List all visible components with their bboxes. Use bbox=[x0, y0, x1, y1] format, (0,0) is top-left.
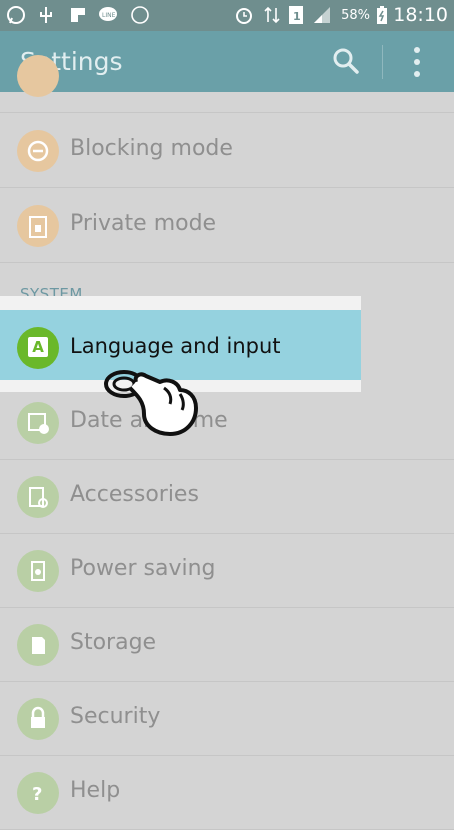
list-item-label: Power saving bbox=[70, 556, 216, 581]
whatsapp-icon bbox=[7, 6, 25, 24]
sim-icon: 1 bbox=[289, 6, 303, 24]
tap-gesture-hand-icon bbox=[104, 370, 198, 436]
usb-icon bbox=[40, 7, 52, 23]
viber-icon bbox=[131, 6, 149, 24]
private-mode-icon bbox=[17, 205, 59, 247]
accessories-icon bbox=[17, 476, 59, 518]
list-item-private-mode[interactable]: Private mode bbox=[0, 188, 454, 263]
svg-text:?: ? bbox=[32, 784, 42, 805]
list-item-label: Help bbox=[70, 778, 121, 803]
svg-text:LINE: LINE bbox=[102, 12, 116, 19]
signal-icon bbox=[314, 7, 330, 23]
list-item-date-and-time[interactable]: Date and time bbox=[0, 385, 454, 460]
line-icon: LINE bbox=[99, 7, 117, 21]
battery-percent: 58% bbox=[341, 8, 370, 23]
list-item-label: Language and input bbox=[70, 334, 281, 358]
list-item-security[interactable]: Security bbox=[0, 681, 454, 756]
language-icon: A bbox=[17, 327, 59, 369]
list-item-label: Storage bbox=[70, 630, 157, 655]
status-bar: LINE 1 58% 18:10 bbox=[0, 0, 454, 31]
list-item-power-saving[interactable]: Power saving bbox=[0, 533, 454, 608]
list-item-help[interactable]: ? Help bbox=[0, 755, 454, 830]
data-arrows-icon bbox=[264, 6, 280, 24]
list-item-label: Accessories bbox=[70, 482, 199, 507]
svg-text:1: 1 bbox=[293, 10, 301, 23]
list-item-label: Private mode bbox=[70, 211, 217, 236]
list-item-storage[interactable]: Storage bbox=[0, 607, 454, 682]
flipboard-icon bbox=[71, 8, 85, 22]
list-item-accessories[interactable]: Accessories bbox=[0, 459, 454, 534]
list-item-label: Blocking mode bbox=[70, 136, 233, 161]
blocking-mode-icon bbox=[17, 130, 59, 172]
lock-icon bbox=[17, 698, 59, 740]
setting-icon bbox=[17, 55, 59, 97]
storage-icon bbox=[17, 624, 59, 666]
power-saving-icon bbox=[17, 550, 59, 592]
clock: 18:10 bbox=[393, 4, 448, 26]
list-item-blocking-mode[interactable]: Blocking mode bbox=[0, 113, 454, 188]
alarm-icon bbox=[236, 8, 252, 24]
list-item-label: Security bbox=[70, 704, 161, 729]
battery-icon bbox=[377, 6, 387, 24]
calendar-clock-icon bbox=[17, 402, 59, 444]
list-item-partial[interactable] bbox=[0, 38, 454, 113]
